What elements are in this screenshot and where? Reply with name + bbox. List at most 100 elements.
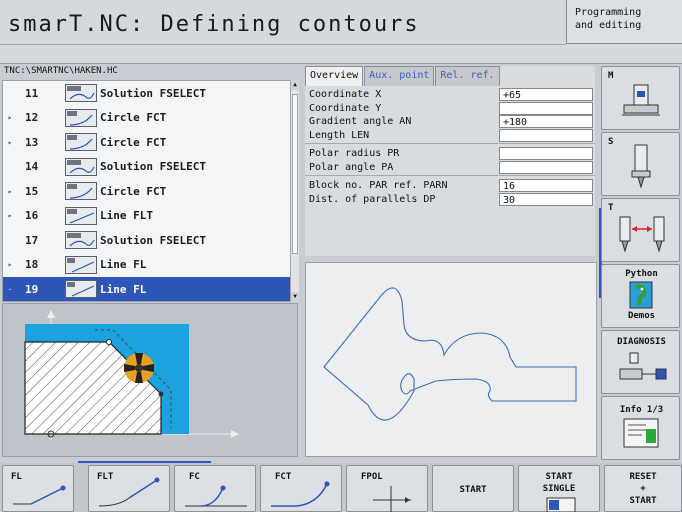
diagnosis-button[interactable]: DIAGNOSIS [601, 330, 680, 394]
vertical-softkeys: M S T Python Demos DIAGNOSIS Info 1/3 [601, 66, 682, 460]
field-block-no: Block no. PAR ref. PARN 16 [305, 179, 595, 193]
single-block-icon [546, 497, 576, 512]
tree-row[interactable]: ▸ 12 Circle FCT [3, 106, 297, 131]
help-graphic [2, 303, 298, 457]
help-illustration [24, 310, 239, 440]
info-label: Info 1/3 [619, 405, 664, 415]
scroll-down-arrow-icon[interactable]: ▼ [291, 292, 299, 302]
mode-line-2: and editing [575, 20, 642, 31]
scroll-thumb[interactable] [292, 94, 298, 254]
field-polar-angle: Polar angle PA [305, 160, 595, 175]
expand-arrow-icon[interactable]: ▸ [3, 113, 17, 122]
tree-row[interactable]: ▸ 16 Line FLT [3, 204, 297, 229]
expand-arrow-icon[interactable]: · [3, 285, 17, 294]
block-number: 13 [25, 135, 39, 149]
fselect-icon [65, 84, 97, 103]
field-label: Block no. PAR ref. PARN [309, 180, 448, 191]
contour-graphic[interactable] [305, 262, 597, 457]
flt-button[interactable]: FLT [88, 465, 170, 512]
reset-label-2: + [640, 484, 646, 494]
demos-label: Demos [627, 311, 656, 321]
block-label: Line FL [100, 258, 147, 272]
tree-row[interactable]: · 19 Line FL [3, 277, 297, 301]
fc-circle-icon [185, 485, 247, 507]
fpol-button[interactable]: FPOL [346, 465, 428, 512]
operating-mode-indicator: Programming and editing [566, 0, 682, 44]
header-bar: smarT.NC: Defining contours Programming … [0, 0, 682, 64]
coordinate-x-input[interactable]: +65 [499, 88, 593, 101]
m-function-button[interactable]: M [601, 66, 680, 130]
field-label: Polar angle PA [309, 161, 394, 173]
program-tree: 11 Solution FSELECT ▸ 12 Circle FCT ▸ 13 Circle… [2, 80, 298, 302]
polar-radius-input[interactable] [499, 147, 593, 160]
coordinate-y-input[interactable] [499, 101, 593, 115]
field-polar-radius: Polar radius PR [305, 147, 595, 161]
length-input[interactable] [499, 128, 593, 142]
fl-button[interactable]: FL [2, 465, 74, 512]
fct-button[interactable]: FCT [260, 465, 342, 512]
field-coordinate-x: Coordinate X +65 [305, 88, 595, 102]
line-fl-icon [65, 255, 97, 274]
tool-call-button[interactable]: T [601, 198, 680, 262]
block-number: 12 [25, 111, 39, 125]
block-number: 19 [25, 282, 39, 296]
block-number: 18 [25, 258, 39, 272]
spindle-speed-button[interactable]: S [601, 132, 680, 196]
circle-fct-icon [65, 133, 97, 152]
horizontal-softkeys: FL FLT FC FCT FPOL START START SINGLE RE… [0, 463, 682, 512]
diagnosis-label: DIAGNOSIS [617, 337, 666, 347]
header-divider [0, 44, 566, 45]
expand-arrow-icon[interactable]: ▸ [3, 211, 17, 220]
field-coordinate-y: Coordinate Y [305, 101, 595, 116]
tab-rel-ref[interactable]: Rel. ref. [435, 66, 500, 86]
reset-start-button[interactable]: RESET + START [604, 465, 682, 512]
mode-line-1: Programming [575, 7, 642, 18]
polar-angle-input[interactable] [499, 160, 593, 174]
field-label: Polar radius PR [309, 148, 400, 159]
block-number: 14 [25, 160, 39, 174]
fc-button[interactable]: FC [174, 465, 256, 512]
field-dist-parallels: Dist. of parallels DP 30 [305, 192, 595, 207]
python-label: Python [625, 269, 658, 279]
python-demos-button[interactable]: Python Demos [601, 264, 680, 328]
line-fl-icon [65, 280, 97, 299]
gradient-angle-input[interactable]: +180 [499, 115, 593, 128]
block-label: Circle FCT [100, 184, 167, 198]
block-label: Solution FSELECT [100, 160, 206, 174]
block-label: Solution FSELECT [100, 86, 206, 100]
block-number: 15 [25, 184, 39, 198]
info-button[interactable]: Info 1/3 [601, 396, 680, 460]
expand-arrow-icon[interactable]: ▸ [3, 260, 17, 269]
tool-call-icon [619, 216, 665, 253]
block-no-input[interactable]: 16 [499, 179, 593, 192]
tree-row[interactable]: ▸ 18 Line FL [3, 253, 297, 278]
fselect-icon [65, 231, 97, 250]
form-tabs: Overview Aux. point Rel. ref. [305, 66, 501, 86]
field-length: Length LEN [305, 128, 595, 143]
tree-row[interactable]: ▸ 15 Circle FCT [3, 179, 297, 204]
form-fields: Coordinate X +65 Coordinate Y Gradient a… [305, 88, 595, 206]
expand-arrow-icon[interactable]: ▸ [3, 138, 17, 147]
expand-arrow-icon[interactable]: ▸ [3, 187, 17, 196]
tree-row[interactable]: ▸ 13 Circle FCT [3, 130, 297, 155]
tab-aux-point[interactable]: Aux. point [364, 66, 435, 86]
dist-parallels-input[interactable]: 30 [499, 192, 593, 206]
s-label: S [608, 137, 614, 147]
start-button[interactable]: START [432, 465, 514, 512]
tree-scrollbar[interactable]: ▲ ▼ [290, 80, 299, 302]
tree-row[interactable]: 14 Solution FSELECT [3, 155, 297, 180]
tree-row[interactable]: 11 Solution FSELECT [3, 81, 297, 106]
scroll-up-arrow-icon[interactable]: ▲ [291, 80, 299, 90]
field-label: Dist. of parallels DP [309, 193, 436, 205]
tree-row[interactable]: 17 Solution FSELECT [3, 228, 297, 253]
reset-label-1: RESET [629, 472, 657, 482]
fl-line-icon [13, 485, 66, 505]
contour-drawing [323, 287, 577, 421]
m-label: M [608, 71, 614, 81]
start-label: START [459, 485, 487, 495]
field-label: Gradient angle AN [309, 116, 412, 127]
start-single-button[interactable]: START SINGLE [518, 465, 600, 512]
block-label: Line FL [100, 282, 147, 296]
block-label: Solution FSELECT [100, 233, 206, 247]
tab-overview[interactable]: Overview [305, 66, 364, 86]
